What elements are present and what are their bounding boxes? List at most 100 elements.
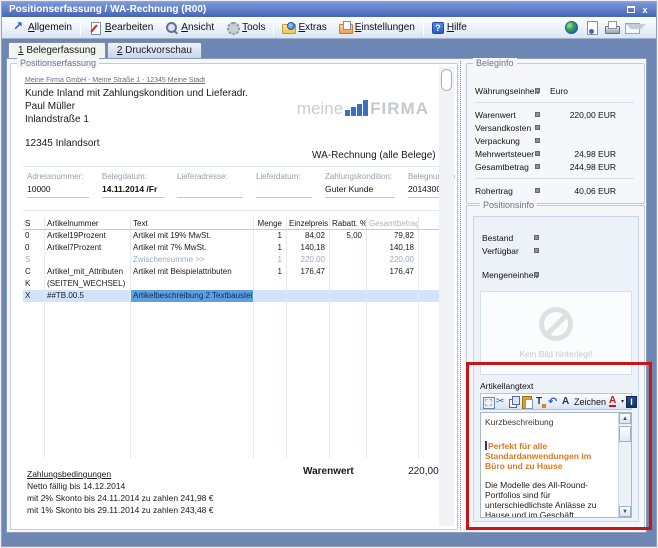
table-cell[interactable]: Artikel mit 7% MwSt. — [131, 242, 254, 254]
printer-icon[interactable] — [605, 21, 618, 34]
panel-splitter[interactable] — [460, 61, 461, 530]
beleginfo-row: Versandkosten — [475, 121, 634, 134]
table-cell[interactable]: (SEITEN_WECHSEL) — [45, 278, 131, 290]
menu-item-hilfe[interactable]: Hilfe — [426, 20, 473, 36]
font-color-icon[interactable] — [608, 396, 619, 408]
table-row[interactable]: X##TB.00.5Artikelbeschreibung 2 Textbaus… — [23, 290, 441, 302]
paste-icon[interactable] — [522, 396, 533, 408]
table-cell[interactable]: Artikel19Prozent — [45, 230, 131, 242]
table-cell[interactable]: 79,82 — [367, 230, 419, 242]
field-value[interactable] — [256, 184, 312, 198]
restore-window-button[interactable] — [624, 4, 638, 16]
table-cell[interactable] — [287, 278, 330, 290]
beleginfo-separator — [475, 102, 634, 103]
table-cell[interactable]: 0 — [23, 242, 45, 254]
table-cell[interactable]: 0 — [23, 230, 45, 242]
table-cell[interactable]: 176,47 — [287, 266, 330, 278]
textarea-scrollbar[interactable]: ▲ ▼ — [618, 413, 631, 517]
payment-line: mit 1% Skonto bis 29.11.2014 zu zahlen 2… — [27, 504, 214, 516]
table-cell[interactable] — [367, 278, 419, 290]
table-cell[interactable] — [367, 290, 419, 302]
table-cell[interactable]: ##TB.00.5 — [45, 290, 131, 302]
payment-terms-title: Zahlungsbedingungen — [27, 468, 214, 480]
close-window-button[interactable]: x — [638, 4, 652, 16]
menu-item-ansicht[interactable]: Ansicht — [159, 19, 220, 36]
table-cell[interactable]: 1 — [254, 242, 287, 254]
table-cell[interactable] — [330, 242, 367, 254]
window-titlebar[interactable]: Positionserfassung / WA-Rechnung (R00) x — [2, 2, 656, 17]
table-cell[interactable]: 5,00 — [330, 230, 367, 242]
table-cell[interactable] — [45, 254, 131, 266]
scroll-up-button[interactable]: ▲ — [619, 413, 631, 424]
copy-icon[interactable] — [509, 396, 520, 408]
dropdown-caret-icon[interactable]: ▾ — [621, 396, 624, 408]
table-cell[interactable]: 1 — [254, 254, 287, 266]
table-row[interactable]: K(SEITEN_WECHSEL) — [23, 278, 441, 290]
table-cell[interactable]: 176,47 — [367, 266, 419, 278]
menu-item-einstellungen[interactable]: Einstellungen — [333, 19, 421, 36]
table-cell[interactable] — [254, 290, 287, 302]
table-cell[interactable] — [254, 278, 287, 290]
tab-1-belegerfassung[interactable]: 1 Belegerfassung — [8, 42, 106, 58]
field-value[interactable]: 10000 — [27, 184, 89, 198]
document-preview[interactable]: Meine Firma GmbH - Meine Straße 1 - 1234… — [13, 66, 455, 527]
selection-frame-icon[interactable] — [483, 396, 494, 408]
table-cell[interactable]: Artikel mit 19% MwSt. — [131, 230, 254, 242]
field-value[interactable]: Guter Kunde — [325, 184, 395, 198]
table-row[interactable]: CArtikel_mit_AttributenArtikel mit Beisp… — [23, 266, 441, 278]
table-cell[interactable]: X — [23, 290, 45, 302]
positions-table: SArtikelnummerTextMengeEinzelpreisRabatt… — [23, 217, 441, 458]
artikellangtext-textarea[interactable]: Kurzbeschreibung Perfekt für alle Standa… — [480, 412, 632, 518]
document-scrollbar[interactable] — [439, 67, 454, 526]
table-cell[interactable] — [287, 290, 330, 302]
scrollbar-thumb[interactable] — [441, 69, 452, 91]
globe-icon[interactable] — [565, 21, 578, 34]
table-cell[interactable]: 1 — [254, 230, 287, 242]
table-row[interactable]: SZwischensumme >>1220,00220,00 — [23, 254, 441, 266]
table-cell[interactable]: 1 — [254, 266, 287, 278]
column-header: Rabatt. % — [330, 217, 367, 229]
table-cell[interactable] — [330, 290, 367, 302]
table-cell[interactable]: 140,18 — [287, 242, 330, 254]
bold-box-icon[interactable] — [626, 396, 637, 408]
table-cell[interactable]: Artikelbeschreibung 2 Textbaustein — [131, 290, 254, 302]
table-cell[interactable]: Artikel_mit_Attributen — [45, 266, 131, 278]
scroll-down-button[interactable]: ▼ — [619, 506, 631, 517]
menu-item-label: Einstellungen — [355, 22, 415, 33]
table-row[interactable]: 0Artikel19ProzentArtikel mit 19% MwSt.18… — [23, 230, 441, 242]
undo-icon[interactable] — [548, 396, 559, 408]
table-cell[interactable]: 84,02 — [287, 230, 330, 242]
table-cell[interactable] — [131, 278, 254, 290]
field-value[interactable] — [177, 184, 243, 198]
content-area: 1 Belegerfassung2 Druckvorschau Position… — [2, 40, 656, 546]
table-cell[interactable]: C — [23, 266, 45, 278]
menu-item-bearbeiten[interactable]: Bearbeiten — [83, 19, 159, 36]
menu-item-extras[interactable]: Extras — [276, 19, 332, 36]
table-cell[interactable]: Zwischensumme >> — [131, 254, 254, 266]
table-cell[interactable]: 140,18 — [367, 242, 419, 254]
document-icon[interactable] — [585, 21, 598, 34]
table-cell[interactable]: K — [23, 278, 45, 290]
address-line: Kunde Inland mit Zahlungskondition und L… — [25, 87, 248, 100]
table-cell[interactable] — [330, 266, 367, 278]
field-value[interactable]: 14.11.2014 /Fr — [102, 184, 164, 198]
table-cell[interactable] — [330, 278, 367, 290]
table-cell[interactable]: S — [23, 254, 45, 266]
menu-item-tools[interactable]: Tools — [220, 19, 271, 36]
font-icon[interactable] — [561, 396, 572, 408]
scrollbar-thumb[interactable] — [619, 426, 631, 442]
table-cell[interactable]: Artikel7Prozent — [45, 242, 131, 254]
beleginfo-label: Währungseinheit — [475, 86, 535, 96]
table-cell[interactable]: Artikel mit Beispielattributen — [131, 266, 254, 278]
folder-settings-icon — [339, 21, 352, 34]
cut-icon[interactable] — [496, 396, 507, 408]
tab-2-druckvorschau[interactable]: 2 Druckvorschau — [107, 42, 202, 58]
table-cell[interactable] — [330, 254, 367, 266]
table-cell[interactable]: 220,00 — [367, 254, 419, 266]
format-painter-icon[interactable] — [535, 396, 546, 408]
table-row[interactable]: 0Artikel7ProzentArtikel mit 7% MwSt.1140… — [23, 242, 441, 254]
menu-item-allgemein[interactable]: Allgemein — [6, 19, 78, 36]
table-cell[interactable]: 220,00 — [287, 254, 330, 266]
field-marker-icon — [535, 88, 540, 93]
mail-icon[interactable] — [625, 21, 638, 34]
